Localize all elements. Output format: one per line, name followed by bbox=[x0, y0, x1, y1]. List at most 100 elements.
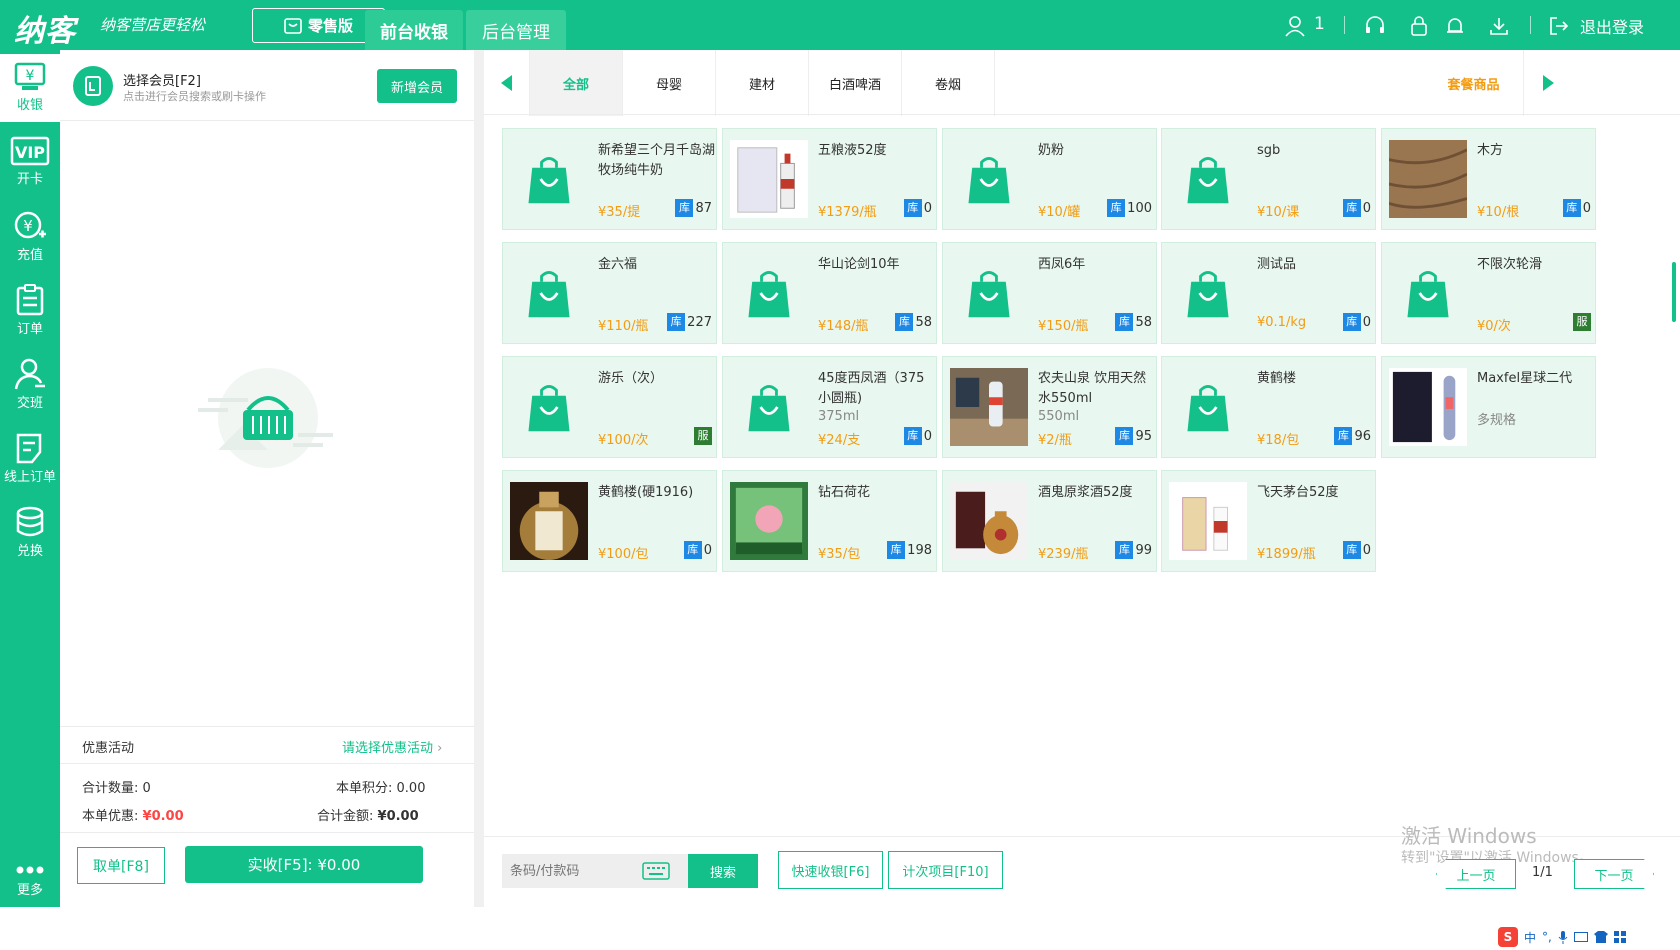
order-points: 本单积分: 0.00 bbox=[336, 777, 425, 796]
stock-badge: 库 bbox=[1107, 199, 1126, 217]
keyboard-icon[interactable] bbox=[642, 862, 670, 880]
scrollbar-thumb[interactable] bbox=[1672, 262, 1676, 322]
product-card[interactable]: 黄鹤楼(硬1916) ¥100/包 库 0 bbox=[502, 470, 717, 572]
sidebar-item-online-orders[interactable]: 线上订单 bbox=[0, 424, 60, 496]
product-card[interactable]: 五粮液52度 ¥1379/瓶 库 0 bbox=[722, 128, 937, 230]
product-price: ¥100/包 bbox=[598, 547, 649, 562]
product-name: 农夫山泉 饮用天然水550ml bbox=[1038, 371, 1147, 406]
stock-count: 100 bbox=[1127, 200, 1152, 216]
category-tab-building[interactable]: 建材 bbox=[716, 50, 809, 116]
sidebar-item-orders[interactable]: 订单 bbox=[0, 276, 60, 348]
product-card[interactable]: 飞天茅台52度 ¥1899/瓶 库 0 bbox=[1161, 470, 1376, 572]
product-card[interactable]: sgb ¥10/课 库 0 bbox=[1161, 128, 1376, 230]
product-image bbox=[509, 367, 589, 447]
sidebar-item-vip[interactable]: VIP 开卡 bbox=[0, 128, 60, 200]
sidebar-item-more[interactable]: 更多 bbox=[0, 855, 60, 907]
product-stock: 库0 bbox=[903, 427, 932, 445]
member-select-title[interactable]: 选择会员[F2] bbox=[123, 70, 201, 89]
product-image bbox=[509, 139, 589, 219]
product-card[interactable]: 华山论剑10年 ¥148/瓶 库 58 bbox=[722, 242, 937, 344]
total-amount: 合计金额: ¥0.00 bbox=[317, 805, 419, 824]
order-discount: 本单优惠: ¥0.00 bbox=[82, 805, 184, 824]
logout-button[interactable]: 退出登录 bbox=[1580, 14, 1644, 38]
checkout-button[interactable]: 实收[F5]: ¥0.00 bbox=[185, 846, 423, 883]
product-card[interactable]: 西凤6年 ¥150/瓶 库 58 bbox=[942, 242, 1157, 344]
product-card[interactable]: 金六福 ¥110/瓶 库 227 bbox=[502, 242, 717, 344]
product-thumbnail bbox=[968, 157, 1010, 204]
product-card[interactable]: 酒鬼原浆酒52度 ¥239/瓶 库 99 bbox=[942, 470, 1157, 572]
download-icon[interactable] bbox=[1488, 15, 1510, 37]
count-item-button[interactable]: 计次项目[F10] bbox=[888, 851, 1003, 889]
stock-badge: 库 bbox=[1115, 541, 1134, 559]
stock-count: 0 bbox=[1362, 314, 1371, 330]
add-member-button[interactable]: 新增会员 bbox=[377, 69, 457, 103]
stock-count: 58 bbox=[1135, 314, 1152, 330]
product-name: 测试品 bbox=[1257, 257, 1297, 272]
product-price: ¥35/提 bbox=[598, 205, 641, 220]
grid-icon bbox=[1613, 931, 1626, 943]
barcode-input[interactable] bbox=[502, 856, 642, 886]
member-card-icon bbox=[85, 76, 101, 96]
ime-toolbar[interactable]: S 中 °, bbox=[1498, 924, 1626, 950]
sidebar-item-exchange[interactable]: 兑换 bbox=[0, 498, 60, 570]
product-card[interactable]: 不限次轮滑 ¥0/次 服 bbox=[1381, 242, 1596, 344]
category-prev-button[interactable] bbox=[484, 50, 530, 116]
cancel-order-button[interactable]: 取单[F8] bbox=[77, 847, 165, 884]
product-card[interactable]: 钻石荷花 ¥35/包 库 198 bbox=[722, 470, 937, 572]
tab-front-cashier[interactable]: 前台收银 bbox=[365, 10, 463, 50]
product-image bbox=[1388, 139, 1468, 219]
product-card[interactable]: 新希望三个月千岛湖牧场纯牛奶 ¥35/提 库 87 bbox=[502, 128, 717, 230]
logout-icon[interactable] bbox=[1548, 15, 1570, 37]
barcode-search[interactable] bbox=[502, 854, 688, 888]
package-goods-tab[interactable]: 套餐商品 bbox=[1424, 50, 1524, 116]
product-card[interactable]: Maxfel星球二代 多规格 bbox=[1381, 356, 1596, 458]
user-icon[interactable] bbox=[1284, 15, 1306, 37]
promotion-select[interactable]: 请选择优惠活动 › bbox=[342, 737, 442, 756]
lock-icon[interactable] bbox=[1408, 15, 1430, 37]
divider bbox=[60, 726, 474, 727]
online-order-icon bbox=[16, 433, 42, 464]
prev-page-button[interactable]: 上一页 bbox=[1436, 859, 1516, 889]
product-card[interactable]: 游乐（次） ¥100/次 服 bbox=[502, 356, 717, 458]
product-name: 不限次轮滑 bbox=[1477, 257, 1543, 272]
bell-icon[interactable] bbox=[1444, 15, 1466, 37]
member-avatar[interactable] bbox=[73, 66, 113, 106]
stock-count: 58 bbox=[915, 314, 932, 330]
category-next-button[interactable] bbox=[1524, 50, 1572, 116]
sidebar-item-recharge[interactable]: ¥ 充值 bbox=[0, 202, 60, 274]
product-price: ¥18/包 bbox=[1257, 433, 1300, 448]
quick-checkout-button[interactable]: 快速收银[F6] bbox=[778, 851, 883, 889]
product-thumbnail bbox=[748, 271, 790, 318]
stock-badge: 库 bbox=[675, 199, 694, 217]
product-stock: 库0 bbox=[1342, 313, 1371, 331]
category-tab-maternal[interactable]: 母婴 bbox=[623, 50, 716, 116]
headset-icon[interactable] bbox=[1364, 15, 1386, 37]
product-card[interactable]: 木方 ¥10/根 库 0 bbox=[1381, 128, 1596, 230]
product-card[interactable]: 农夫山泉 饮用天然水550ml 550ml ¥2/瓶 库 95 bbox=[942, 356, 1157, 458]
next-page-button[interactable]: 下一页 bbox=[1574, 859, 1654, 889]
category-tab-all[interactable]: 全部 bbox=[530, 50, 623, 116]
tab-backend[interactable]: 后台管理 bbox=[466, 10, 566, 50]
stock-badge: 库 bbox=[1115, 313, 1134, 331]
product-thumbnail bbox=[1389, 140, 1467, 218]
product-card[interactable]: 测试品 ¥0.1/kg 库 0 bbox=[1161, 242, 1376, 344]
sidebar-item-shift[interactable]: 交班 bbox=[0, 350, 60, 422]
category-tab-liquor[interactable]: 白酒啤酒 bbox=[809, 50, 902, 116]
product-stock: 库0 bbox=[1562, 199, 1591, 217]
category-tab-cigarette[interactable]: 卷烟 bbox=[902, 50, 995, 116]
search-button[interactable]: 搜索 bbox=[688, 854, 758, 888]
sidebar: ¥ 收银 VIP 开卡 ¥ 充值 订单 交班 线上订单 兑换 更多 bbox=[0, 50, 60, 907]
product-thumbnail bbox=[950, 368, 1028, 446]
product-stock: 库 58 bbox=[1115, 313, 1152, 331]
sidebar-item-label: 兑换 bbox=[16, 544, 43, 559]
sidebar-item-cashier[interactable]: ¥ 收银 bbox=[0, 54, 60, 122]
stock-badge: 库 bbox=[667, 313, 686, 331]
product-stock: 库 87 bbox=[675, 199, 712, 217]
product-card[interactable]: 奶粉 ¥10/罐 库 100 bbox=[942, 128, 1157, 230]
product-card[interactable]: 45度西凤酒（375小圆瓶) 375ml ¥24/支 库 0 bbox=[722, 356, 937, 458]
product-stock: 库0 bbox=[683, 541, 712, 559]
product-card[interactable]: 黄鹤楼 ¥18/包 库 96 bbox=[1161, 356, 1376, 458]
edition-label: 零售版 bbox=[307, 17, 353, 35]
product-price: ¥2/瓶 bbox=[1038, 433, 1072, 448]
sidebar-item-label: 更多 bbox=[16, 883, 43, 898]
